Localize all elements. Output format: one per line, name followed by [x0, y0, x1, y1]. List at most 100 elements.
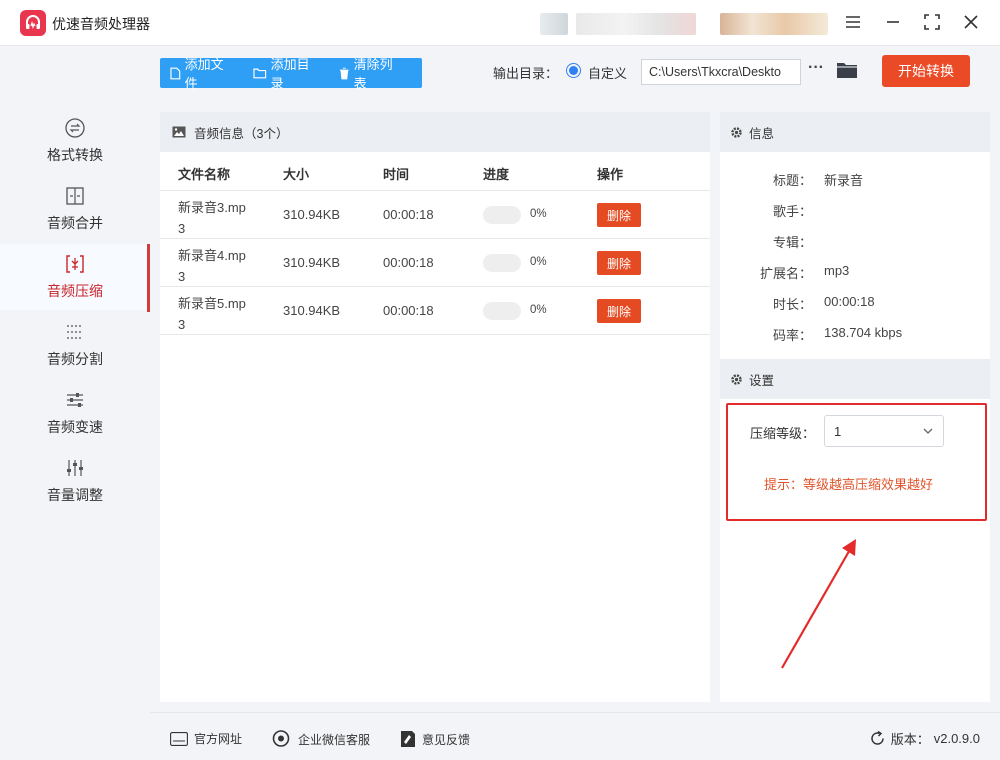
- minimize-icon: [887, 21, 899, 23]
- table-row[interactable]: 新录音3.mp3 310.94KB 00:00:18 0% 删除: [160, 190, 710, 238]
- file-icon: [170, 67, 181, 79]
- sidebar-item-label: 音频变速: [47, 419, 103, 435]
- sidebar-item-compress[interactable]: 音频压缩: [0, 244, 150, 312]
- file-name: 新录音4.mp3: [178, 248, 246, 284]
- column-header-size: 大小: [283, 167, 310, 182]
- official-website-link[interactable]: 官方网址: [170, 730, 242, 747]
- file-size: 310.94KB: [283, 207, 341, 222]
- sidebar-item-label: 音量调整: [47, 487, 103, 503]
- info-row-bitrate: 码率： 138.704 kbps: [720, 325, 990, 345]
- clear-list-button[interactable]: 清除列表: [339, 54, 404, 92]
- info-row-extension: 扩展名： mp3: [720, 263, 990, 283]
- info-row-artist: 歌手：: [720, 201, 990, 221]
- highlight-box: [726, 403, 987, 521]
- file-list-panel: 音频信息（3个） 文件名称 大小 时间 进度 操作 新录音3.mp3 310.9…: [160, 112, 710, 702]
- info-header: 信息: [720, 112, 990, 152]
- file-size: 310.94KB: [283, 255, 341, 270]
- add-file-button[interactable]: 添加文件: [170, 54, 235, 92]
- info-value: 新录音: [824, 173, 864, 188]
- browse-more-button[interactable]: ···: [808, 60, 826, 81]
- progress-bar: [483, 302, 521, 320]
- app-title: 优速音频处理器: [52, 16, 150, 32]
- file-duration: 00:00:18: [383, 255, 434, 270]
- info-row-title: 标题： 新录音: [720, 170, 990, 190]
- official-website-label: 官方网址: [194, 732, 243, 746]
- start-convert-button[interactable]: 开始转换: [882, 55, 970, 87]
- sidebar-item-speed[interactable]: 音频变速: [0, 380, 150, 446]
- sidebar-item-label: 音频分割: [47, 351, 103, 367]
- column-header-name: 文件名称: [178, 167, 231, 182]
- menu-button[interactable]: [842, 11, 864, 33]
- info-key: 扩展名：: [759, 266, 812, 281]
- add-file-label: 添加文件: [184, 57, 224, 91]
- chat-icon: [272, 730, 290, 747]
- clear-list-label: 清除列表: [353, 57, 393, 91]
- wechat-support-label: 企业微信客服: [298, 732, 371, 747]
- feedback-link[interactable]: 意见反馈: [400, 730, 470, 748]
- app-logo-icon: [20, 10, 46, 36]
- merge-icon: [66, 187, 84, 205]
- hamburger-icon: [846, 16, 860, 28]
- file-toolbar: 添加文件 添加目录 清除列表: [160, 57, 422, 91]
- file-panel-header: 音频信息（3个）: [160, 112, 710, 152]
- version-info: 版本： v2.0.9.0: [870, 729, 980, 748]
- maximize-button[interactable]: [921, 11, 943, 33]
- custom-dir-radio[interactable]: [566, 63, 581, 78]
- gear-icon: [731, 126, 742, 138]
- feedback-label: 意见反馈: [422, 732, 471, 747]
- info-value: mp3: [824, 263, 850, 278]
- settings-header: 设置: [720, 359, 990, 399]
- close-button[interactable]: [960, 11, 982, 33]
- feedback-icon: [401, 731, 415, 747]
- output-path-input[interactable]: [641, 59, 801, 85]
- compress-icon: [66, 255, 84, 273]
- progress-percent: 0%: [530, 304, 547, 316]
- sidebar-item-split[interactable]: 音频分割: [0, 312, 150, 378]
- file-name: 新录音5.mp3: [178, 296, 246, 332]
- info-value: 00:00:18: [824, 294, 875, 309]
- sidebar-item-format-convert[interactable]: 格式转换: [0, 108, 150, 174]
- progress-bar: [483, 206, 521, 224]
- sidebar-item-volume[interactable]: 音量调整: [0, 448, 150, 514]
- delete-button[interactable]: 删除: [597, 299, 641, 323]
- refresh-icon: [870, 731, 884, 745]
- sidebar-item-merge[interactable]: 音频合并: [0, 176, 150, 242]
- wechat-support-link[interactable]: 企业微信客服: [272, 730, 370, 748]
- column-header-progress: 进度: [483, 167, 510, 182]
- version-number: v2.0.9.0: [933, 731, 980, 746]
- version-label: 版本：: [890, 732, 930, 747]
- maximize-icon: [924, 14, 940, 30]
- file-size: 310.94KB: [283, 303, 341, 318]
- info-key: 码率：: [772, 328, 812, 343]
- add-directory-label: 添加目录: [270, 57, 310, 91]
- file-duration: 00:00:18: [383, 207, 434, 222]
- file-name: 新录音3.mp3: [178, 200, 246, 236]
- volume-sliders-icon: [67, 460, 83, 476]
- open-folder-button[interactable]: [836, 60, 860, 82]
- info-key: 歌手：: [772, 204, 812, 219]
- info-title: 信息: [749, 126, 775, 141]
- gear-icon: [731, 373, 742, 385]
- web-icon: [170, 731, 188, 746]
- info-key: 时长：: [772, 297, 812, 312]
- info-value: 138.704 kbps: [824, 325, 903, 340]
- file-panel-title: 音频信息（3个）: [194, 126, 289, 141]
- folder-open-icon: [837, 63, 857, 78]
- title-bar: 优速音频处理器: [0, 0, 1000, 46]
- progress-percent: 0%: [530, 208, 547, 220]
- blurred-avatar: [720, 13, 828, 35]
- add-directory-button[interactable]: 添加目录: [253, 54, 321, 92]
- column-header-action: 操作: [597, 167, 624, 182]
- minimize-button[interactable]: [882, 11, 904, 33]
- annotation-arrow: [781, 539, 856, 669]
- footer: 官方网址 企业微信客服 意见反馈 版本： v2.0.9.0: [150, 712, 1000, 760]
- info-row-duration: 时长： 00:00:18: [720, 294, 990, 314]
- delete-button[interactable]: 删除: [597, 251, 641, 275]
- folder-icon: [253, 68, 267, 79]
- table-row[interactable]: 新录音5.mp3 310.94KB 00:00:18 0% 删除: [160, 286, 710, 334]
- table-row[interactable]: 新录音4.mp3 310.94KB 00:00:18 0% 删除: [160, 238, 710, 286]
- sidebar-item-label: 音频合并: [47, 215, 103, 231]
- column-header-time: 时间: [383, 167, 410, 182]
- settings-title: 设置: [749, 373, 775, 388]
- delete-button[interactable]: 删除: [597, 203, 641, 227]
